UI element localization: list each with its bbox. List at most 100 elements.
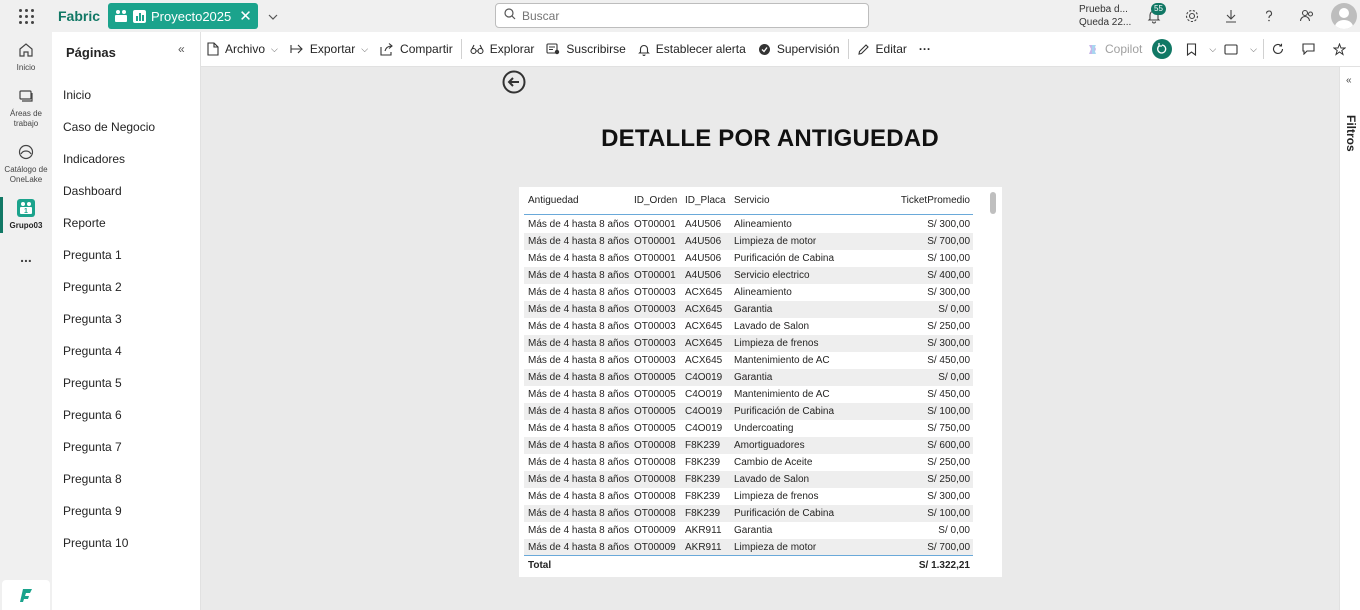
star-icon bbox=[1333, 42, 1346, 56]
collapse-pages-icon[interactable]: « bbox=[178, 42, 185, 56]
explorar-button[interactable]: Explorar bbox=[464, 32, 541, 67]
view-icon bbox=[1224, 43, 1238, 55]
copilot-button[interactable]: Copilot bbox=[1080, 32, 1148, 67]
table-row[interactable]: Más de 4 hasta 8 años OT00005 C4O019 Purifi… bbox=[524, 403, 973, 420]
page-item[interactable]: Pregunta 8 bbox=[63, 472, 122, 486]
table-row[interactable]: Más de 4 hasta 8 años OT00009 AKR911 Limpie… bbox=[524, 539, 973, 556]
compartir-button[interactable]: Compartir bbox=[374, 32, 459, 67]
page-item[interactable]: Pregunta 6 bbox=[63, 408, 122, 422]
table-cell: Más de 4 hasta 8 años bbox=[528, 304, 630, 315]
table-row[interactable]: Más de 4 hasta 8 años OT00003 ACX645 Manten… bbox=[524, 352, 973, 369]
page-item[interactable]: Indicadores bbox=[63, 152, 125, 166]
avatar[interactable] bbox=[1331, 3, 1357, 29]
favorite-button[interactable] bbox=[1327, 32, 1360, 67]
archivo-menu[interactable]: Archivo ⌵ bbox=[201, 32, 284, 67]
page-item[interactable]: Pregunta 9 bbox=[63, 504, 122, 518]
alerta-button[interactable]: Establecer alerta bbox=[632, 32, 752, 67]
alerta-label: Establecer alerta bbox=[655, 42, 746, 56]
download-button[interactable] bbox=[1221, 6, 1241, 26]
rail-item-grupo03[interactable]: 1 Grupo03 bbox=[0, 199, 52, 231]
detail-table[interactable]: Antiguedad ID_Orden ID_Placa Servicio Ti… bbox=[519, 187, 1002, 577]
table-row[interactable]: Más de 4 hasta 8 años OT00008 F8K239 Limpie… bbox=[524, 488, 973, 505]
table-row[interactable]: Más de 4 hasta 8 años OT00005 C4O019 Garant… bbox=[524, 369, 973, 386]
exportar-menu[interactable]: Exportar ⌵ bbox=[284, 32, 374, 67]
share-feedback-button[interactable] bbox=[1297, 6, 1317, 26]
chevron-down-icon[interactable] bbox=[268, 9, 278, 23]
close-icon[interactable]: ✕ bbox=[239, 9, 252, 24]
page-item[interactable]: Pregunta 2 bbox=[63, 280, 122, 294]
top-bar: Fabric Proyecto2025 ✕ Prueba d... Queda … bbox=[0, 0, 1360, 32]
expand-filters-icon[interactable]: « bbox=[1346, 75, 1352, 86]
table-row[interactable]: Más de 4 hasta 8 años OT00003 ACX645 Lavado… bbox=[524, 318, 973, 335]
table-row[interactable]: Más de 4 hasta 8 años OT00009 AKR911 Garant… bbox=[524, 522, 973, 539]
table-row[interactable]: Más de 4 hasta 8 años OT00003 ACX645 Limpie… bbox=[524, 335, 973, 352]
page-item[interactable]: Pregunta 5 bbox=[63, 376, 122, 390]
left-rail: Inicio Áreas de trabajo Catálogo de OneL… bbox=[0, 32, 52, 610]
table-cell: F8K239 bbox=[685, 440, 721, 451]
column-header[interactable]: ID_Orden bbox=[634, 195, 685, 206]
page-item[interactable]: Dashboard bbox=[63, 184, 122, 198]
page-item[interactable]: Inicio bbox=[63, 88, 91, 102]
table-cell: F8K239 bbox=[685, 457, 721, 468]
view-button[interactable]: ⌵ bbox=[1220, 32, 1261, 67]
table-cell: Garantia bbox=[734, 372, 773, 383]
suscribirse-label: Suscribirse bbox=[566, 42, 626, 56]
download-icon bbox=[1226, 10, 1236, 23]
column-header[interactable]: Servicio bbox=[734, 195, 864, 206]
page-item[interactable]: Pregunta 10 bbox=[63, 536, 128, 550]
back-button[interactable] bbox=[502, 70, 526, 94]
table-row[interactable]: Más de 4 hasta 8 años OT00001 A4U506 Alinea… bbox=[524, 216, 973, 233]
comment-button[interactable] bbox=[1296, 32, 1327, 67]
editar-button[interactable]: Editar bbox=[851, 32, 913, 67]
search-box[interactable] bbox=[495, 3, 869, 28]
page-item[interactable]: Pregunta 7 bbox=[63, 440, 122, 454]
table-row[interactable]: Más de 4 hasta 8 años OT00001 A4U506 Limpie… bbox=[524, 233, 973, 250]
comment-icon bbox=[1302, 43, 1315, 55]
column-header[interactable]: ID_Placa bbox=[685, 195, 734, 206]
rail-item-onelake[interactable]: Catálogo de OneLake bbox=[0, 143, 52, 185]
table-row[interactable]: Más de 4 hasta 8 años OT00001 A4U506 Purifi… bbox=[524, 250, 973, 267]
rail-item-workspaces[interactable]: Áreas de trabajo bbox=[0, 87, 52, 129]
table-row[interactable]: Más de 4 hasta 8 años OT00005 C4O019 Manten… bbox=[524, 386, 973, 403]
table-cell: OT00003 bbox=[634, 304, 676, 315]
table-row[interactable]: Más de 4 hasta 8 años OT00003 ACX645 Alinea… bbox=[524, 284, 973, 301]
table-row[interactable]: Más de 4 hasta 8 años OT00005 C4O019 Underc… bbox=[524, 420, 973, 437]
page-item[interactable]: Pregunta 4 bbox=[63, 344, 122, 358]
suscribirse-button[interactable]: Suscribirse bbox=[540, 32, 631, 67]
workspace-tab[interactable]: Proyecto2025 ✕ bbox=[108, 3, 258, 29]
table-cell: OT00008 bbox=[634, 440, 676, 451]
reset-button[interactable] bbox=[1148, 32, 1182, 67]
table-cell: A4U506 bbox=[685, 219, 722, 230]
refresh-button[interactable] bbox=[1266, 32, 1296, 67]
column-header[interactable]: Antiguedad bbox=[524, 195, 634, 206]
table-cell: F8K239 bbox=[685, 474, 721, 485]
table-row[interactable]: Más de 4 hasta 8 años OT00003 ACX645 Garant… bbox=[524, 301, 973, 318]
app-launcher-button[interactable] bbox=[0, 0, 52, 32]
table-row[interactable]: Más de 4 hasta 8 años OT00008 F8K239 Cambio… bbox=[524, 454, 973, 471]
supervision-button[interactable]: Supervisión bbox=[752, 32, 846, 67]
table-cell: C4O019 bbox=[685, 389, 723, 400]
page-item[interactable]: Caso de Negocio bbox=[63, 120, 155, 134]
more-commands-button[interactable]: ··· bbox=[913, 32, 937, 67]
rail-more-button[interactable]: ... bbox=[0, 250, 52, 264]
table-scrollbar[interactable] bbox=[990, 192, 996, 214]
settings-button[interactable] bbox=[1182, 6, 1202, 26]
fabric-logo[interactable] bbox=[2, 580, 50, 610]
filters-pane[interactable]: « Filtros bbox=[1339, 67, 1360, 610]
page-item[interactable]: Reporte bbox=[63, 216, 106, 230]
bookmark-button[interactable]: ⌵ bbox=[1182, 32, 1220, 67]
trial-status[interactable]: Prueba d... Queda 22... bbox=[1079, 3, 1131, 29]
table-row[interactable]: Más de 4 hasta 8 años OT00008 F8K239 Amorti… bbox=[524, 437, 973, 454]
table-cell: ACX645 bbox=[685, 304, 723, 315]
help-button[interactable] bbox=[1259, 6, 1279, 26]
page-item[interactable]: Pregunta 3 bbox=[63, 312, 122, 326]
table-row[interactable]: Más de 4 hasta 8 años OT00008 F8K239 Lavado… bbox=[524, 471, 973, 488]
search-input[interactable] bbox=[522, 8, 842, 23]
table-row[interactable]: Más de 4 hasta 8 años OT00001 A4U506 Servic… bbox=[524, 267, 973, 284]
rail-item-home[interactable]: Inicio bbox=[0, 41, 52, 73]
brand-name[interactable]: Fabric bbox=[58, 8, 100, 24]
table-cell: S/ 400,00 bbox=[927, 270, 970, 281]
table-row[interactable]: Más de 4 hasta 8 años OT00008 F8K239 Purifi… bbox=[524, 505, 973, 522]
page-item[interactable]: Pregunta 1 bbox=[63, 248, 122, 262]
column-header[interactable]: TicketPromedio bbox=[864, 195, 973, 206]
